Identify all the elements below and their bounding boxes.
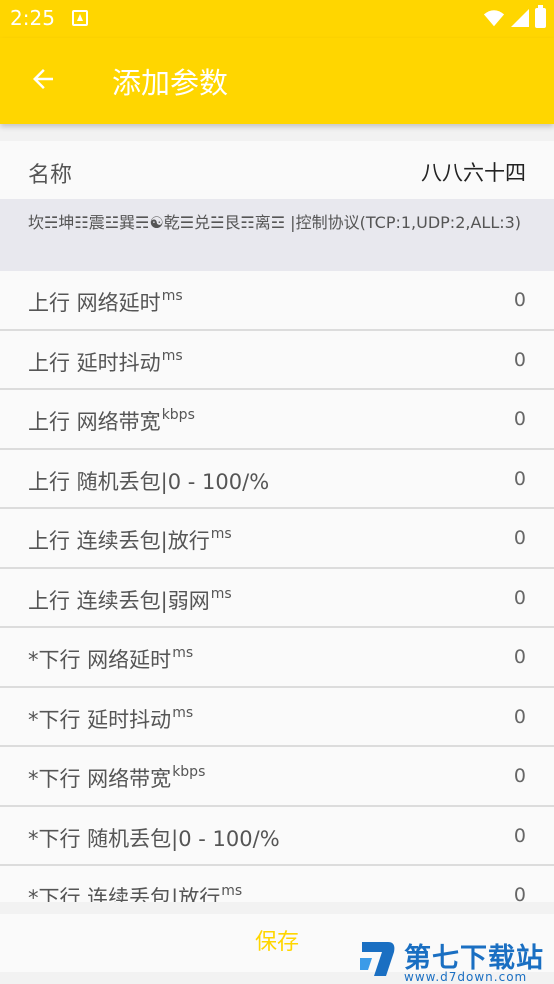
param-label-text: 上行 延时抖动 xyxy=(28,350,161,375)
param-label: 上行 连续丢包|放行ms xyxy=(28,525,232,555)
app-bar: 添加参数 xyxy=(0,38,554,124)
notification-icon xyxy=(72,10,88,26)
param-value[interactable]: 0 xyxy=(514,646,526,668)
param-label-text: 上行 随机丢包|0 - 100/% xyxy=(28,469,270,494)
param-label: 上行 网络带宽kbps xyxy=(28,406,195,436)
param-row[interactable]: *下行 网络带宽kbps 0 xyxy=(0,747,554,807)
param-label: 上行 连续丢包|弱网ms xyxy=(28,585,232,615)
param-value[interactable]: 0 xyxy=(514,289,526,311)
param-unit: ms xyxy=(210,585,232,602)
param-value[interactable]: 0 xyxy=(514,884,526,902)
form-content[interactable]: 名称 八八六十四 坎☵坤☷震☳巽☴☯乾☰兑☱艮☶离☲ |控制协议(TCP:1,U… xyxy=(0,124,554,902)
name-label: 名称 xyxy=(28,163,73,188)
status-icons xyxy=(483,5,546,29)
param-unit: kbps xyxy=(172,764,206,780)
param-label: 上行 网络延时ms xyxy=(28,287,183,317)
param-value[interactable]: 0 xyxy=(514,468,526,490)
name-field-row[interactable]: 名称 八八六十四 xyxy=(0,141,554,199)
param-row[interactable]: *下行 随机丢包|0 - 100/% 0 xyxy=(0,806,554,866)
param-unit: ms xyxy=(161,288,183,304)
name-value[interactable]: 八八六十四 xyxy=(421,157,526,187)
param-row[interactable]: *下行 网络延时ms 0 xyxy=(0,628,554,688)
param-label: 上行 延时抖动ms xyxy=(28,347,183,377)
param-value[interactable]: 0 xyxy=(514,765,526,787)
param-list: 上行 网络延时ms 0 上行 延时抖动ms 0 上行 网络带宽kbps 0 上行 随机丢包|… xyxy=(0,271,554,902)
param-row[interactable]: *下行 连续丢包|放行ms 0 xyxy=(0,866,554,902)
param-label: *下行 延时抖动ms xyxy=(28,704,193,734)
status-time: 2:25 xyxy=(10,6,55,30)
param-value[interactable]: 0 xyxy=(514,349,526,371)
watermark-logo: 第七下载站 www.d7down.com xyxy=(358,936,554,984)
d7-logo-icon xyxy=(360,942,395,976)
param-label-text: *下行 连续丢包|放行 xyxy=(28,886,221,902)
param-unit: ms xyxy=(172,645,194,661)
param-unit: ms xyxy=(161,347,183,364)
param-value[interactable]: 0 xyxy=(514,587,526,609)
param-value[interactable]: 0 xyxy=(514,825,526,847)
param-unit: kbps xyxy=(161,407,195,423)
watermark-url: www.d7down.com xyxy=(404,970,528,984)
param-row[interactable]: 上行 网络带宽kbps 0 xyxy=(0,390,554,450)
param-label: 上行 随机丢包|0 - 100/% xyxy=(28,466,270,496)
param-row[interactable]: 上行 网络延时ms 0 xyxy=(0,271,554,331)
param-value[interactable]: 0 xyxy=(514,408,526,430)
status-bar: 2:25 xyxy=(0,0,554,38)
param-label-text: *下行 随机丢包|0 - 100/% xyxy=(28,826,280,851)
param-label-text: 上行 网络带宽 xyxy=(28,410,161,434)
param-label-text: 上行 连续丢包|放行 xyxy=(28,529,210,553)
param-row[interactable]: *下行 延时抖动ms 0 xyxy=(0,687,554,747)
page-title: 添加参数 xyxy=(112,66,229,100)
param-value[interactable]: 0 xyxy=(514,706,526,728)
param-row[interactable]: 上行 连续丢包|放行ms 0 xyxy=(0,509,554,569)
param-label: *下行 网络延时ms xyxy=(28,644,193,674)
param-unit: ms xyxy=(221,883,243,899)
param-value[interactable]: 0 xyxy=(514,527,526,549)
param-row[interactable]: 上行 随机丢包|0 - 100/% 0 xyxy=(0,449,554,509)
battery-icon xyxy=(535,5,546,28)
param-unit: ms xyxy=(210,526,232,542)
param-label-text: *下行 网络带宽 xyxy=(28,767,172,791)
back-arrow-icon[interactable] xyxy=(28,64,58,94)
protocol-hint: 坎☵坤☷震☳巽☴☯乾☰兑☱艮☶离☲ |控制协议(TCP:1,UDP:2,ALL:… xyxy=(0,199,554,271)
param-label: *下行 网络带宽kbps xyxy=(28,763,205,793)
param-label: *下行 随机丢包|0 - 100/% xyxy=(28,823,281,853)
signal-icon xyxy=(511,9,529,27)
param-row[interactable]: 上行 连续丢包|弱网ms 0 xyxy=(0,568,554,628)
wifi-icon xyxy=(483,10,505,27)
param-label: *下行 连续丢包|放行ms xyxy=(28,882,242,902)
param-label-text: *下行 网络延时 xyxy=(28,648,172,672)
param-row[interactable]: 上行 延时抖动ms 0 xyxy=(0,330,554,390)
param-label-text: 上行 网络延时 xyxy=(28,291,161,315)
param-label-text: 上行 连续丢包|弱网 xyxy=(28,588,210,613)
param-label-text: *下行 延时抖动 xyxy=(28,707,172,732)
param-unit: ms xyxy=(172,704,194,721)
